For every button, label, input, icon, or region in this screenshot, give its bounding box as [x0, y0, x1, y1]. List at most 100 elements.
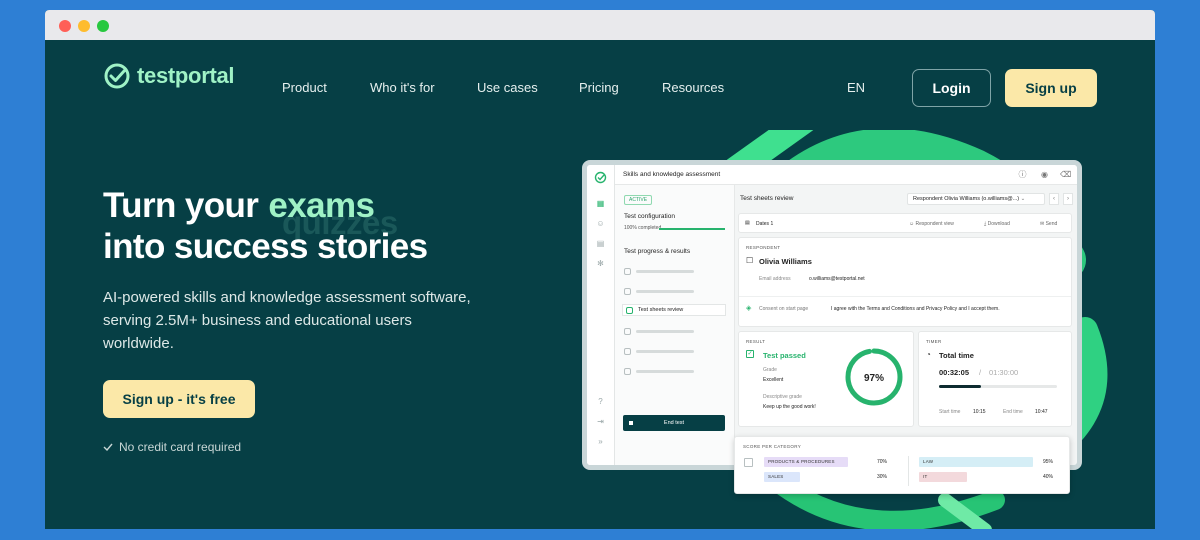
users-icon[interactable]: ☺: [596, 219, 605, 228]
settings-icon[interactable]: ✻: [596, 259, 605, 268]
signup-button[interactable]: Sign up: [1005, 69, 1097, 107]
download-button[interactable]: ⤓ Download: [984, 221, 1010, 227]
list-item[interactable]: [624, 285, 724, 297]
score-gauge: 97%: [845, 348, 903, 406]
logo[interactable]: testportal: [103, 62, 235, 90]
app-topbar: Skills and knowledge assessment ⓘ ◉ ⌫: [615, 165, 1077, 185]
calendar-icon[interactable]: ▤: [596, 239, 605, 248]
descriptive-grade-value: Keep up the good work!: [763, 404, 816, 410]
help-icon[interactable]: ?: [596, 397, 605, 406]
signup-free-button[interactable]: Sign up - it's free: [103, 380, 255, 418]
list-item-label: Test sheets review: [638, 307, 684, 313]
app-main-panel: Test sheets review Respondent Olivia Wil…: [735, 185, 1077, 465]
checkmark-icon: [103, 443, 113, 451]
list-item[interactable]: [624, 325, 724, 337]
category-pct-products: 70%: [877, 459, 888, 465]
user-icon: ☐: [746, 256, 754, 265]
review-title: Test sheets review: [740, 195, 794, 202]
hero-heading-line1: Turn your exams: [103, 186, 375, 226]
total-time-label: Total time: [939, 351, 974, 360]
consent-label: Consent on start page: [759, 306, 809, 312]
maximize-window-dot[interactable]: [97, 20, 109, 32]
logout-icon[interactable]: ⇥: [596, 417, 605, 426]
logo-text: testportal: [137, 63, 235, 88]
app-sidebar: ▦ ☺ ▤ ✻ ? ⇥ »: [587, 165, 615, 465]
respondent-card: RESPONDENT ☐ Olivia Williams Email addre…: [738, 237, 1072, 327]
calendar-small-icon: ▤: [745, 220, 750, 226]
test-configuration-label[interactable]: Test configuration: [624, 213, 675, 220]
divider: [739, 296, 1071, 297]
list-item-icon: [624, 267, 631, 275]
clock-icon: ◔: [926, 350, 931, 359]
nav-item-product[interactable]: Product: [282, 80, 327, 95]
list-item-icon: [624, 287, 631, 295]
test-progress-label[interactable]: Test progress & results: [624, 248, 690, 255]
nav-item-pricing[interactable]: Pricing: [579, 80, 619, 95]
category-bar-law: LAW: [919, 457, 1033, 467]
expand-icon[interactable]: »: [596, 437, 605, 446]
respondent-view-button[interactable]: ☺ Respondent view: [909, 221, 954, 227]
hero-accent-word: exams: [268, 186, 375, 225]
language-switch[interactable]: EN: [847, 80, 865, 95]
time-total: 01:30:00: [989, 368, 1019, 377]
time-separator: /: [979, 368, 982, 377]
start-time-value: 10:15: [973, 409, 986, 415]
start-time-label: Start time: [939, 409, 961, 415]
end-test-button[interactable]: End test: [623, 415, 725, 431]
email-value: o.williams@testportal.net: [809, 276, 865, 282]
no-credit-card-note: No credit card required: [103, 440, 241, 454]
chart-icon: [744, 458, 753, 467]
minimize-window-dot[interactable]: [78, 20, 90, 32]
login-button[interactable]: Login: [912, 69, 991, 107]
shield-check-icon: ◈: [746, 305, 752, 312]
timer-header: TIMER: [926, 339, 942, 344]
list-item-icon: [624, 367, 631, 375]
info-icon[interactable]: ⓘ: [1018, 170, 1027, 179]
result-card: RESULT ✓ Test passed Grade Excellent Des…: [738, 331, 914, 427]
nav-item-resources[interactable]: Resources: [662, 80, 724, 95]
end-test-label: End test: [663, 420, 685, 426]
chevron-down-icon: ⌄: [1020, 196, 1026, 202]
list-item-icon: [624, 347, 631, 355]
grade-value: Excellent: [763, 377, 784, 383]
dates-filter[interactable]: Dates 1: [756, 221, 773, 227]
respondent-select[interactable]: Respondent Olivia Williams (o.williams@.…: [907, 193, 1045, 205]
list-item[interactable]: [624, 265, 724, 277]
end-time-label: End time: [1003, 409, 1023, 415]
list-item[interactable]: [624, 345, 724, 357]
list-item[interactable]: [624, 365, 724, 377]
result-header: RESULT: [746, 339, 766, 344]
category-bar-products: PRODUCTS & PROCEDURES: [764, 457, 848, 467]
browser-titlebar: [45, 10, 1155, 40]
app-title: Skills and knowledge assessment: [623, 171, 721, 178]
stop-icon: [629, 421, 633, 425]
preview-icon[interactable]: ◉: [1040, 170, 1049, 179]
download-label: Download: [987, 221, 1010, 227]
hero-heading-line2: into success stories: [103, 227, 428, 266]
list-item-test-sheets-review[interactable]: Test sheets review: [622, 304, 726, 316]
close-window-dot[interactable]: [59, 20, 71, 32]
respondent-header: RESPONDENT: [746, 245, 781, 250]
grade-label: Grade: [763, 367, 777, 373]
status-badge: ACTIVE: [624, 195, 653, 205]
check-circle-icon: [104, 63, 130, 89]
timer-card: TIMER ◔ Total time 00:32:05 / 01:30:00 S…: [918, 331, 1072, 427]
result-status: Test passed: [763, 351, 806, 360]
category-pct-it: 40%: [1043, 474, 1054, 480]
consent-text: I agree with the Terms and Conditions an…: [831, 306, 1000, 312]
respondent-select-value: Respondent Olivia Williams (o.williams@.…: [913, 196, 1020, 202]
hero-subtitle: AI-powered skills and knowledge assessme…: [103, 289, 471, 352]
respondent-name: Olivia Williams: [759, 257, 812, 266]
divider: [908, 456, 909, 486]
send-button[interactable]: ✉ Send: [1040, 221, 1057, 227]
next-respondent-button[interactable]: ›: [1063, 193, 1073, 205]
nav-item-use-cases[interactable]: Use cases: [477, 80, 538, 95]
send-label: Send: [1045, 221, 1058, 227]
app-test-menu: ACTIVE Test configuration 100% completed…: [615, 185, 735, 465]
list-item-placeholder: [636, 369, 694, 373]
previous-respondent-button[interactable]: ‹: [1049, 193, 1059, 205]
delete-icon[interactable]: ⌫: [1060, 170, 1071, 179]
dashboard-icon[interactable]: ▦: [596, 199, 605, 208]
nav-item-who-its-for[interactable]: Who it's for: [370, 80, 435, 95]
email-label: Email address: [759, 276, 791, 282]
